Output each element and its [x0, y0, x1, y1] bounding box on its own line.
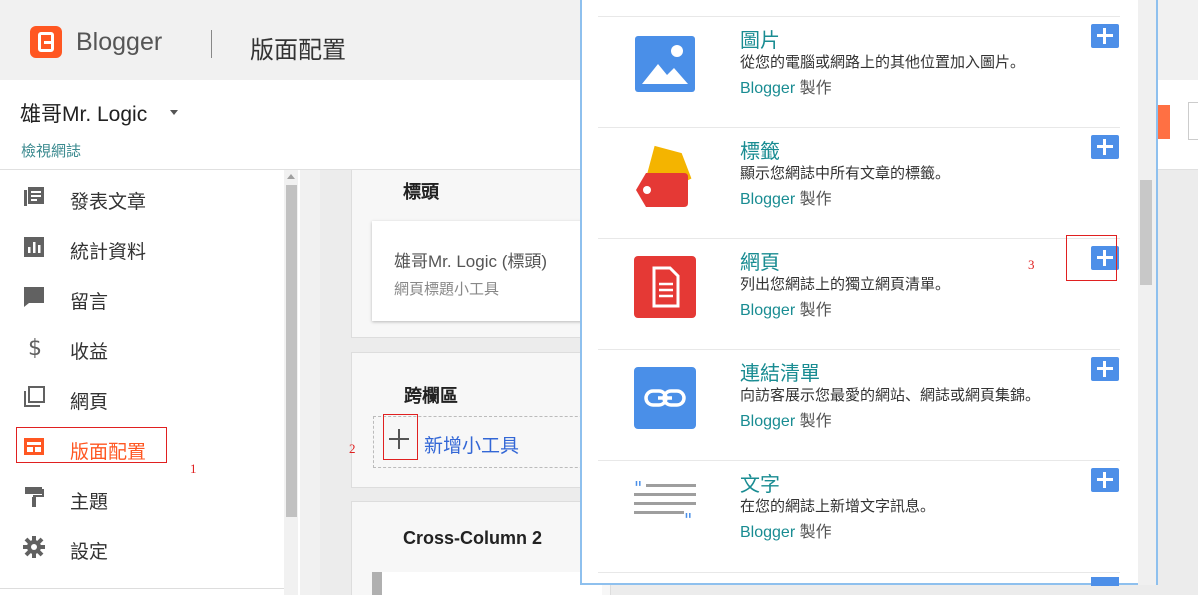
sidebar-item-earnings[interactable]: $ 收益: [0, 326, 280, 366]
gear-icon: [23, 536, 45, 558]
annotation-label-3: 3: [1028, 257, 1035, 272]
svg-text:$: $: [28, 336, 42, 358]
blogger-logo-icon[interactable]: [30, 26, 62, 58]
gadget-author: Blogger 製作: [740, 524, 832, 541]
gadget-option-partial: [598, 572, 1120, 586]
gadget-author: Blogger 製作: [740, 191, 832, 208]
gadget-name: 標籤: [740, 141, 780, 163]
add-image-gadget-button[interactable]: [1091, 24, 1119, 48]
sidebar-item-label: 網頁: [70, 392, 109, 413]
sidebar-item-label: 統計資料: [70, 242, 147, 263]
gadget-option-pages: 網頁 列出您網誌上的獨立網頁清單。 Blogger 製作: [598, 238, 1120, 349]
stats-icon: [24, 237, 44, 257]
gadget-description: 列出您網誌上的獨立網頁清單。: [740, 276, 951, 293]
section-title-cross-column: 跨欄區: [404, 386, 458, 406]
link-icon: [634, 367, 696, 429]
gadget-option-labels: 標籤 顯示您網誌中所有文章的標籤。 Blogger 製作: [598, 127, 1120, 238]
sidebar-item-posts[interactable]: 發表文章: [0, 176, 280, 216]
gadget-name: 圖片: [740, 30, 780, 52]
sidebar-scrollbar-thumb[interactable]: [286, 185, 297, 517]
page-document-icon: [634, 256, 696, 318]
sidebar-item-label: 主題: [70, 492, 109, 513]
gadget-subtitle: 網頁標題小工具: [394, 281, 500, 298]
sidebar-item-stats[interactable]: 統計資料: [0, 226, 280, 266]
gadget-author: Blogger 製作: [740, 413, 832, 430]
gadget-name: 網頁: [740, 252, 780, 274]
popup-scrollbar[interactable]: [1138, 0, 1156, 585]
gadget-description: 從您的電腦或網路上的其他位置加入圖片。: [740, 54, 1026, 71]
add-gadget-popup: 圖片 從您的電腦或網路上的其他位置加入圖片。 Blogger 製作 標籤 顯示您…: [580, 0, 1158, 586]
pages-icon: [24, 386, 45, 407]
gadget-name: 連結清單: [740, 363, 820, 385]
gadget-description: 向訪客展示您最愛的網站、網誌或網頁集錦。: [740, 387, 1041, 404]
labels-icon: [636, 145, 692, 207]
gadget-option-link-list: 連結清單 向訪客展示您最愛的網站、網誌或網頁集錦。 Blogger 製作: [598, 349, 1120, 460]
svg-text:": ": [684, 510, 692, 531]
theme-icon: [25, 487, 44, 507]
sidebar-item-theme[interactable]: 主題: [0, 476, 280, 516]
annotation-box-2: [383, 414, 418, 460]
gadget-title: 雄哥Mr. Logic (標頭): [394, 252, 548, 271]
cross-column-2-gadget[interactable]: [372, 572, 602, 595]
annotation-label-2: 2: [349, 441, 356, 456]
section-title-header: 標頭: [403, 182, 439, 202]
gadget-description: 在您的網誌上新增文字訊息。: [740, 498, 936, 515]
sidebar: 發表文章 統計資料 留言 $ 收益 網頁 版面配置 主題 設定: [0, 170, 300, 595]
section-title-cross-column-2: Cross-Column 2: [403, 528, 543, 548]
comments-icon: [24, 287, 44, 307]
header-gadget[interactable]: 雄哥Mr. Logic (標頭) 網頁標題小工具: [372, 221, 602, 321]
view-blog-link[interactable]: 檢視網誌: [21, 140, 81, 161]
brand-name[interactable]: Blogger: [76, 28, 162, 57]
dollar-icon: $: [28, 336, 42, 358]
posts-icon: [24, 187, 44, 206]
chevron-down-icon[interactable]: [170, 110, 178, 115]
add-gadget-link[interactable]: 新增小工具: [424, 431, 519, 458]
image-icon: [635, 36, 695, 92]
sidebar-item-label: 發表文章: [70, 192, 147, 213]
add-gadget-button-partial[interactable]: [1091, 577, 1119, 586]
add-link-list-gadget-button[interactable]: [1091, 357, 1119, 381]
header-divider: [211, 30, 212, 58]
blog-selector[interactable]: 雄哥Mr. Logic: [20, 98, 147, 128]
gadget-name: 文字: [740, 474, 780, 496]
scroll-up-icon[interactable]: [287, 174, 295, 179]
annotation-label-1: 1: [190, 461, 197, 476]
annotation-box-3: [1066, 235, 1117, 281]
popup-scrollbar-thumb[interactable]: [1140, 180, 1152, 285]
page-title: 版面配置: [250, 37, 346, 64]
gadget-option-text: " " 文字 在您的網誌上新增文字訊息。 Blogger 製作: [598, 460, 1120, 571]
sidebar-item-label: 收益: [70, 342, 109, 363]
gadget-author: Blogger 製作: [740, 302, 832, 319]
sidebar-item-comments[interactable]: 留言: [0, 276, 280, 316]
sidebar-item-label: 留言: [70, 292, 109, 313]
gadget-description: 顯示您網誌中所有文章的標籤。: [740, 165, 951, 182]
sidebar-item-settings[interactable]: 設定: [0, 526, 280, 566]
gadget-option-image: 圖片 從您的電腦或網路上的其他位置加入圖片。 Blogger 製作: [598, 16, 1120, 127]
text-quote-icon: " ": [634, 478, 696, 531]
add-labels-gadget-button[interactable]: [1091, 135, 1119, 159]
sidebar-item-pages[interactable]: 網頁: [0, 376, 280, 416]
gadget-author: Blogger 製作: [740, 80, 832, 97]
sidebar-item-label: 設定: [70, 542, 109, 563]
annotation-box-1: [16, 427, 167, 463]
preview-button[interactable]: [1188, 102, 1198, 140]
add-text-gadget-button[interactable]: [1091, 468, 1119, 492]
sidebar-divider: [0, 588, 284, 589]
